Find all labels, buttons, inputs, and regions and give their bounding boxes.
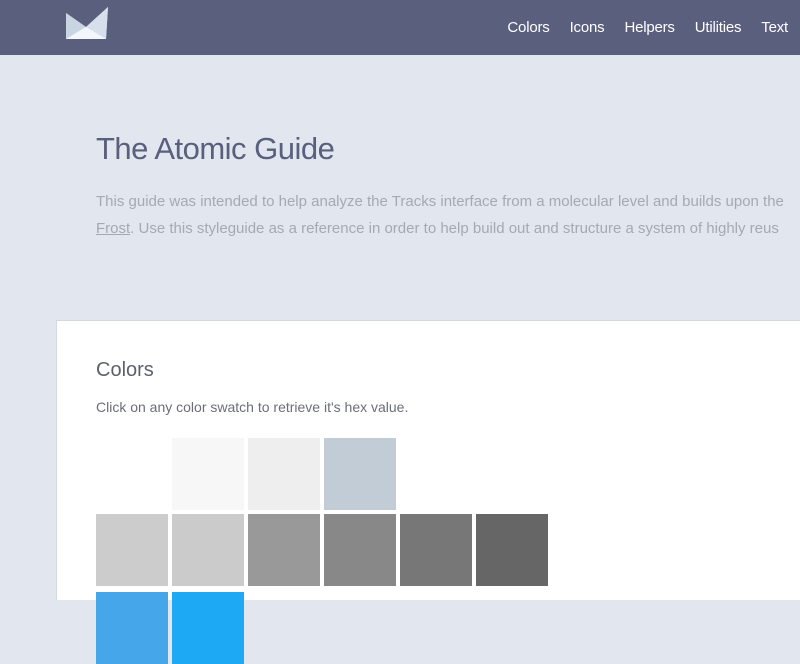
color-swatch[interactable] xyxy=(172,592,244,664)
swatch-row-2 xyxy=(96,514,552,586)
page-title: The Atomic Guide xyxy=(96,131,335,166)
frost-link[interactable]: Frost xyxy=(96,220,130,237)
colors-section-title: Colors xyxy=(96,359,154,381)
intro-line-1: This guide was intended to help analyze … xyxy=(96,193,784,210)
intro-line-2: Frost. Use this styleguide as a referenc… xyxy=(96,215,800,242)
color-swatch[interactable] xyxy=(476,514,548,586)
nav-link-helpers[interactable]: Helpers xyxy=(624,19,674,36)
color-swatch[interactable] xyxy=(324,514,396,586)
color-swatch[interactable] xyxy=(96,438,168,510)
top-navigation-bar: Colors Icons Helpers Utilities Text xyxy=(0,0,800,55)
paper-plane-logo-icon[interactable] xyxy=(64,5,110,41)
intro-line-2-text: . Use this styleguide as a reference in … xyxy=(130,220,779,237)
color-swatch[interactable] xyxy=(172,514,244,586)
colors-card: Colors Click on any color swatch to retr… xyxy=(56,320,800,664)
color-swatch[interactable] xyxy=(172,438,244,510)
colors-section-description: Click on any color swatch to retrieve it… xyxy=(96,399,409,415)
nav-link-utilities[interactable]: Utilities xyxy=(695,19,742,36)
color-swatch[interactable] xyxy=(96,514,168,586)
main-nav: Colors Icons Helpers Utilities Text xyxy=(507,0,800,55)
color-swatch[interactable] xyxy=(96,592,168,664)
color-swatch[interactable] xyxy=(248,514,320,586)
swatch-row-1 xyxy=(96,438,400,510)
color-swatch[interactable] xyxy=(324,438,396,510)
swatch-row-3 xyxy=(96,592,248,664)
nav-link-text[interactable]: Text xyxy=(761,19,788,36)
nav-link-colors[interactable]: Colors xyxy=(507,19,549,36)
color-swatch[interactable] xyxy=(400,514,472,586)
nav-link-icons[interactable]: Icons xyxy=(570,19,605,36)
color-swatch[interactable] xyxy=(248,438,320,510)
intro-paragraph: This guide was intended to help analyze … xyxy=(96,188,800,242)
